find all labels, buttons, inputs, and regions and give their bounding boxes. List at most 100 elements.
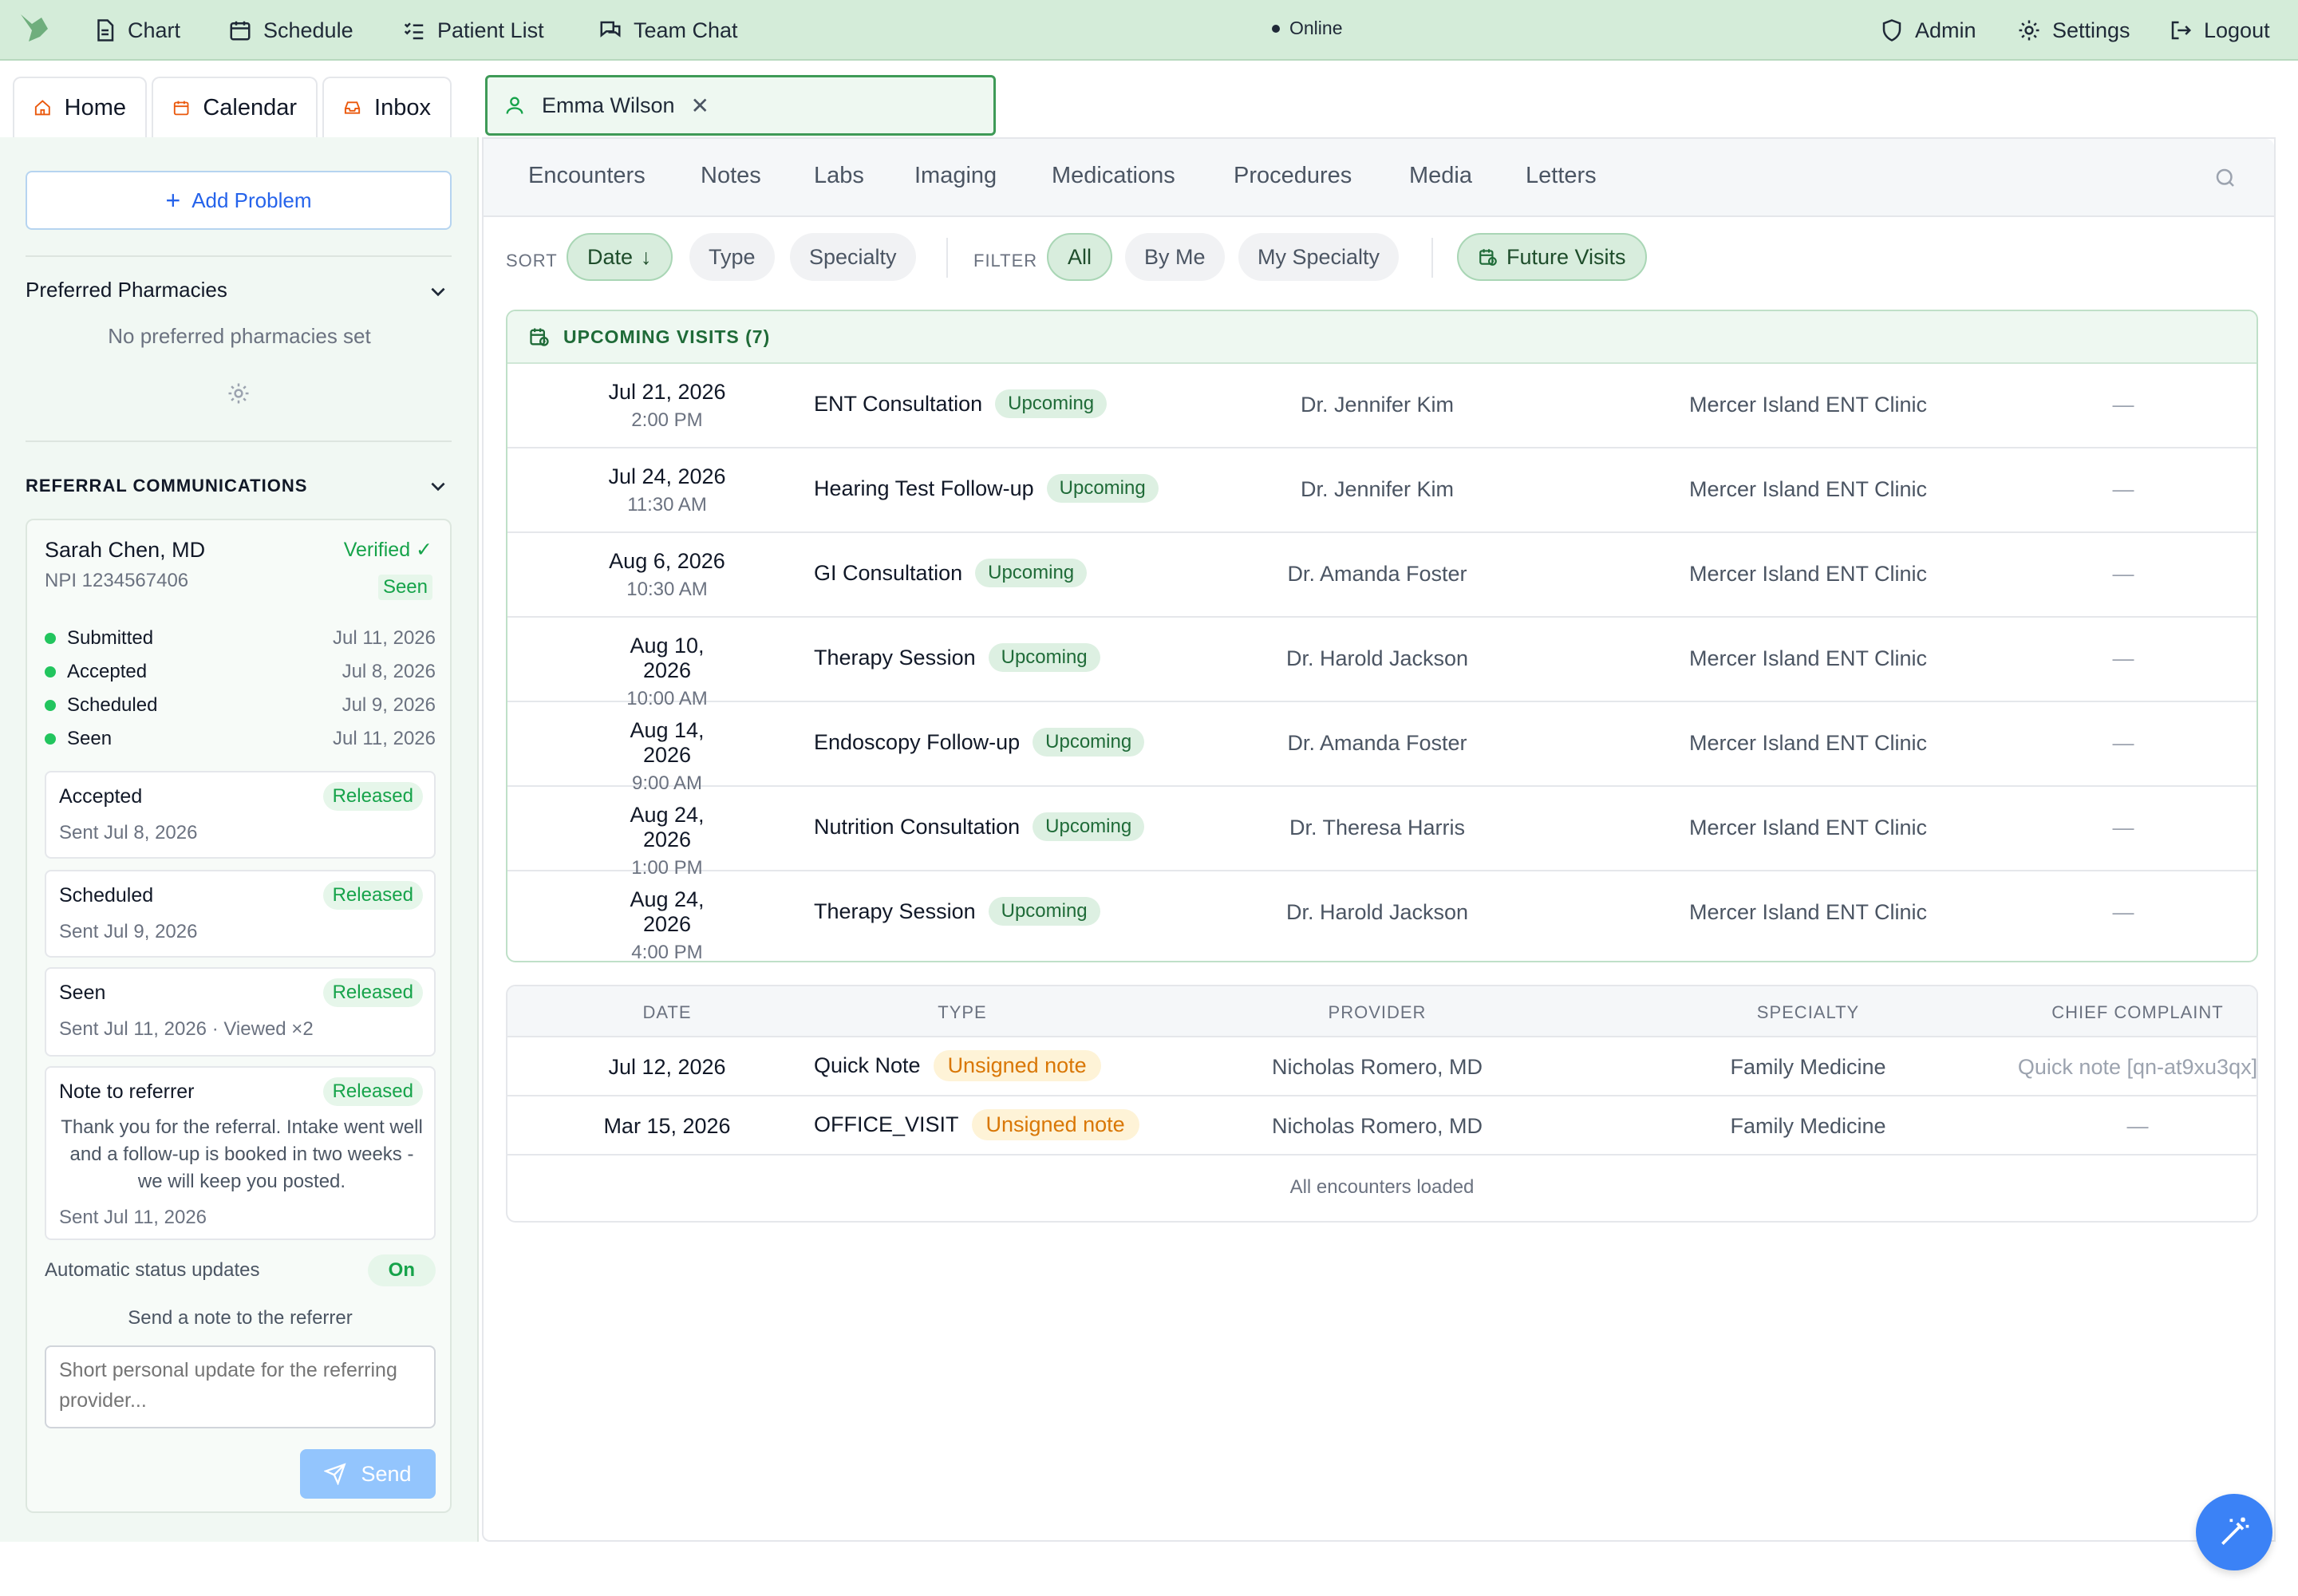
visit-type: GI Consultation [814, 560, 963, 585]
nav-settings[interactable]: Settings [2017, 0, 2130, 61]
nav-patient-list[interactable]: Patient List [402, 0, 544, 61]
upcoming-badge: Upcoming [995, 389, 1108, 418]
encounter-type: Quick Note [814, 1053, 921, 1077]
note-textarea[interactable] [45, 1345, 436, 1428]
upcoming-visit-row[interactable]: Jul 24, 2026 11:30 AM Hearing Test Follow-… [507, 448, 2257, 533]
add-problem-button[interactable]: + Add Problem [26, 171, 452, 230]
timeline-label: Scheduled [67, 694, 158, 716]
upcoming-visit-row[interactable]: Jul 21, 2026 2:00 PM ENT Consultation Upcom… [507, 364, 2257, 448]
encounter-complaint: Quick note [qn-at9xu3qx] [2017, 1055, 2258, 1079]
app-logo-icon[interactable] [18, 13, 53, 45]
magic-wand-button[interactable] [2196, 1494, 2272, 1570]
upcoming-visit-row[interactable]: Aug 10, 2026 10:00 AM Therapy Session Upcom… [507, 618, 2257, 709]
timeline-item: Scheduled Jul 9, 2026 [45, 694, 436, 717]
upcoming-visit-row[interactable]: Aug 24, 2026 1:00 PM Nutrition Consultatio… [507, 787, 2257, 879]
pharmacies-title: Preferred Pharmacies [26, 278, 227, 302]
visit-provider: Dr. Amanda Foster [1287, 562, 1467, 586]
tab-patient[interactable]: Emma Wilson ✕ [485, 75, 996, 136]
unsigned-badge: Unsigned note [933, 1050, 1101, 1081]
message-title: Accepted [59, 785, 143, 808]
header-specialty[interactable]: SPECIALTY [1601, 1002, 2016, 1023]
tab-encounters[interactable]: Encounters [528, 163, 646, 189]
table-row[interactable]: Jul 12, 2026 Quick Note Unsigned note Ni… [507, 1037, 2257, 1096]
message-sent: Sent Jul 9, 2026 [59, 921, 198, 942]
nav-admin[interactable]: Admin [1880, 0, 1976, 61]
verified-badge: Verified ✓ [343, 539, 432, 561]
send-button-label: Send [361, 1461, 412, 1486]
sort-date-pill[interactable]: Date ↓ [567, 233, 673, 281]
visit-specialty: Mercer Island ENT Clinic [1688, 900, 1928, 924]
visit-specialty: Mercer Island ENT Clinic [1688, 393, 1928, 417]
timeline-date: Jul 11, 2026 [333, 728, 436, 749]
nav-logout[interactable]: Logout [2169, 0, 2270, 61]
message-card[interactable]: Seen Released Sent Jul 11, 2026 · Viewed… [45, 967, 436, 1057]
gear-icon[interactable] [227, 381, 251, 405]
sort-specialty-pill[interactable]: Specialty [790, 233, 916, 281]
visit-type-cell: Nutrition Consultation Upcoming [814, 812, 1145, 841]
nav-patient-list-label: Patient List [437, 18, 544, 42]
nav-logout-label: Logout [2204, 18, 2270, 42]
message-card[interactable]: Scheduled Released Sent Jul 9, 2026 [45, 870, 436, 958]
send-button[interactable]: Send [300, 1449, 436, 1499]
visit-complaint: — [2112, 731, 2134, 755]
calendar-icon [173, 101, 189, 116]
filter-my-specialty-pill[interactable]: My Specialty [1238, 233, 1400, 281]
tab-calendar[interactable]: Calendar [152, 77, 318, 137]
message-card[interactable]: Note to referrer Released Thank you for … [45, 1066, 436, 1240]
visit-date: Aug 6, 2026 [609, 549, 725, 573]
filter-label: FILTER [973, 251, 1038, 271]
tab-home[interactable]: Home [13, 77, 147, 137]
visit-datetime: Aug 24, 2026 1:00 PM [603, 787, 731, 879]
filter-all-pill[interactable]: All [1047, 233, 1113, 281]
close-icon[interactable]: ✕ [691, 93, 709, 119]
header-date[interactable]: DATE [603, 1002, 731, 1023]
tab-imaging[interactable]: Imaging [914, 163, 997, 189]
connection-status: Online [1272, 18, 1342, 39]
encounters-footer: All encounters loaded [1289, 1176, 1475, 1198]
tab-procedures[interactable]: Procedures [1234, 163, 1352, 189]
top-bar: Chart Schedule Patient List Team Chat On… [0, 0, 2298, 61]
sort-type-pill[interactable]: Type [689, 233, 775, 281]
table-row[interactable]: Mar 15, 2026 OFFICE_VISIT Unsigned note … [507, 1096, 2257, 1156]
visit-complaint: — [2112, 477, 2134, 501]
divider [1431, 238, 1433, 278]
message-body: Thank you for the referral. Intake went … [61, 1116, 423, 1192]
nav-schedule[interactable]: Schedule [228, 0, 353, 61]
visit-datetime: Aug 6, 2026 10:30 AM [603, 533, 731, 601]
tab-inbox[interactable]: Inbox [322, 77, 452, 137]
header-provider[interactable]: PROVIDER [1154, 1002, 1601, 1023]
encounter-type: OFFICE_VISIT [814, 1112, 959, 1136]
visit-type-cell: Therapy Session Upcoming [814, 897, 1100, 926]
nav-team-chat[interactable]: Team Chat [598, 0, 738, 61]
tab-letters[interactable]: Letters [1526, 163, 1597, 189]
search-icon[interactable] [2213, 166, 2237, 190]
header-type[interactable]: TYPE [843, 1002, 1082, 1023]
sort-date-label: Date [587, 244, 634, 269]
filter-by-me-pill[interactable]: By Me [1125, 233, 1225, 281]
chevron-down-icon[interactable] [428, 476, 448, 496]
encounter-date: Mar 15, 2026 [603, 1114, 731, 1138]
add-problem-label: Add Problem [192, 188, 312, 212]
tab-labs[interactable]: Labs [814, 163, 864, 189]
chevron-down-icon[interactable] [428, 281, 448, 302]
visit-specialty: Mercer Island ENT Clinic [1688, 731, 1928, 755]
visit-datetime: Aug 24, 2026 4:00 PM [603, 871, 731, 961]
auto-updates-toggle[interactable]: On [367, 1254, 436, 1286]
upcoming-visit-row[interactable]: Aug 24, 2026 4:00 PM Therapy Session Upcomi… [507, 871, 2257, 961]
upcoming-badge: Upcoming [975, 559, 1088, 587]
table-header: DATE TYPE PROVIDER SPECIALTY CHIEF COMPL… [507, 986, 2257, 1037]
upcoming-visit-row[interactable]: Aug 6, 2026 10:30 AM GI Consultation Upcomi… [507, 533, 2257, 618]
upcoming-badge: Upcoming [988, 643, 1100, 672]
nav-chart[interactable]: Chart [93, 0, 180, 61]
message-card[interactable]: Accepted Released Sent Jul 8, 2026 [45, 771, 436, 859]
user-icon [506, 97, 523, 114]
visit-specialty: Mercer Island ENT Clinic [1688, 562, 1928, 586]
auto-updates-row: Automatic status updates On [45, 1254, 436, 1286]
filter-my-specialty-label: My Specialty [1258, 244, 1380, 269]
tab-notes[interactable]: Notes [701, 163, 761, 189]
tab-media[interactable]: Media [1409, 163, 1472, 189]
upcoming-visit-row[interactable]: Aug 14, 2026 9:00 AM Endoscopy Follow-up Up… [507, 702, 2257, 794]
header-chief-complaint[interactable]: CHIEF COMPLAINT [2016, 1002, 2257, 1023]
tab-medications[interactable]: Medications [1052, 163, 1175, 189]
future-visits-pill[interactable]: Future Visits [1457, 233, 1647, 281]
